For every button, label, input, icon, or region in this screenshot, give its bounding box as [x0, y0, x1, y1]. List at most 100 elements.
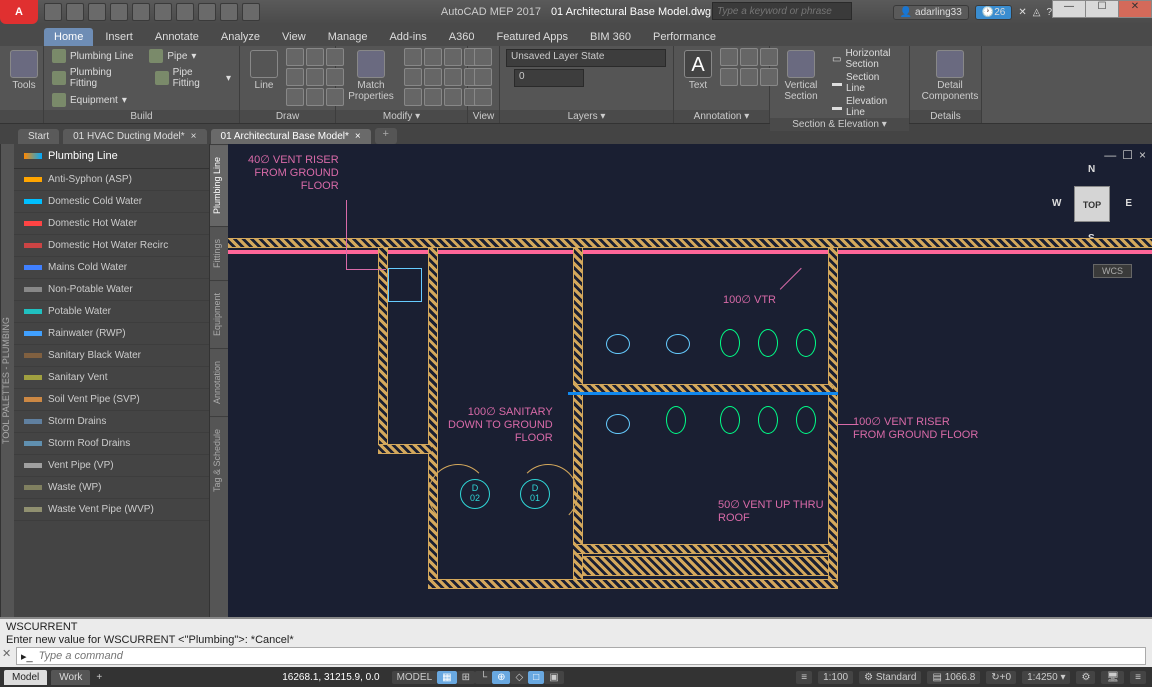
palette-item[interactable]: Mains Cold Water	[14, 257, 209, 279]
app-menu-button[interactable]: A	[0, 0, 38, 24]
qat-new-icon[interactable]	[44, 3, 62, 21]
status-iso-icon[interactable]: ◇	[510, 671, 528, 684]
vertical-section-button[interactable]: Vertical Section	[776, 48, 826, 104]
annot-tag-icon[interactable]	[720, 68, 738, 86]
viewcube-e[interactable]: E	[1125, 198, 1132, 209]
new-tab-button[interactable]: +	[375, 128, 397, 144]
tab-featured[interactable]: Featured Apps	[486, 28, 578, 46]
viewcube-face[interactable]: TOP	[1074, 186, 1110, 222]
modify-mirror-icon[interactable]	[404, 68, 422, 86]
palette-item[interactable]: Waste Vent Pipe (WVP)	[14, 499, 209, 521]
view-icon3[interactable]	[474, 88, 492, 106]
drawing-canvas[interactable]: —☐× N S E W TOP WCS	[228, 144, 1152, 617]
close-tab-icon[interactable]: ×	[191, 131, 197, 142]
tool-palettes-bar[interactable]: TOOL PALETTES - PLUMBING	[0, 144, 14, 617]
vtab-fittings[interactable]: Fittings	[210, 226, 228, 280]
palette-item[interactable]: Rainwater (RWP)	[14, 323, 209, 345]
view-icon1[interactable]	[474, 48, 492, 66]
qat-save-icon[interactable]	[88, 3, 106, 21]
wcs-label[interactable]: WCS	[1093, 264, 1132, 278]
qat-more3-icon[interactable]	[220, 3, 238, 21]
draw-rect-icon[interactable]	[306, 68, 324, 86]
status-gear-icon[interactable]: ⚙	[1076, 671, 1095, 684]
qat-open-icon[interactable]	[66, 3, 84, 21]
modify-array-icon[interactable]	[444, 88, 462, 106]
tab-addins[interactable]: Add-ins	[379, 28, 436, 46]
tab-annotate[interactable]: Annotate	[145, 28, 209, 46]
tab-manage[interactable]: Manage	[318, 28, 378, 46]
layer-name-combo[interactable]: 0	[514, 69, 584, 87]
status-snap-icon[interactable]: ⊞	[457, 671, 475, 684]
close-tab-icon[interactable]: ×	[355, 131, 361, 142]
maximize-button[interactable]: ☐	[1085, 0, 1119, 18]
modify-stretch-icon[interactable]	[444, 68, 462, 86]
palette-item[interactable]: Domestic Cold Water	[14, 191, 209, 213]
tab-view[interactable]: View	[272, 28, 316, 46]
palette-item[interactable]: Storm Roof Drains	[14, 433, 209, 455]
layout-tab-model[interactable]: Model	[4, 670, 47, 685]
status-annoscale[interactable]: 1:4250 ▾	[1022, 671, 1070, 684]
tab-home[interactable]: Home	[44, 28, 93, 46]
status-osnap-icon[interactable]: □	[528, 671, 544, 684]
qat-dropdown-icon[interactable]	[242, 3, 260, 21]
line-button[interactable]: Line	[246, 48, 282, 93]
file-tab-start[interactable]: Start	[18, 129, 59, 144]
status-rotation[interactable]: ↻+0	[986, 671, 1016, 684]
view-icon2[interactable]	[474, 68, 492, 86]
minimize-button[interactable]: —	[1052, 0, 1086, 18]
command-input[interactable]	[39, 650, 1141, 662]
modify-scale-icon[interactable]	[424, 68, 442, 86]
tab-insert[interactable]: Insert	[95, 28, 143, 46]
draw-ellipse-icon[interactable]	[286, 68, 304, 86]
close-button[interactable]: ✕	[1118, 0, 1152, 18]
status-ortho-icon[interactable]: └	[475, 671, 492, 684]
status-elev[interactable]: ▤ 1066.8	[927, 671, 980, 684]
palette-item[interactable]: Soil Vent Pipe (SVP)	[14, 389, 209, 411]
plumbing-fitting-button[interactable]: Plumbing Fitting	[50, 66, 143, 90]
layer-state-combo[interactable]: Unsaved Layer State	[506, 49, 666, 67]
viewcube-n[interactable]: N	[1088, 164, 1095, 175]
match-properties-button[interactable]: Match Properties	[342, 48, 400, 104]
palette-item[interactable]: Potable Water	[14, 301, 209, 323]
elevation-line-button[interactable]: ▬ Elevation Line	[830, 96, 903, 118]
palette-item[interactable]: Domestic Hot Water Recirc	[14, 235, 209, 257]
status-grid-icon[interactable]: ▦	[437, 671, 456, 684]
palette-item[interactable]: Sanitary Vent	[14, 367, 209, 389]
layout-tab-work[interactable]: Work	[51, 670, 90, 685]
status-replace-icon[interactable]: ≡	[796, 671, 812, 684]
vp-min-icon[interactable]: —	[1104, 148, 1116, 162]
status-stdset[interactable]: ⚙ Standard	[859, 671, 921, 684]
draw-region-icon[interactable]	[306, 88, 324, 106]
status-model[interactable]: MODEL	[392, 671, 438, 684]
vtab-plumbing-line[interactable]: Plumbing Line	[210, 144, 228, 226]
vp-close-icon[interactable]: ×	[1139, 148, 1146, 162]
draw-arc-icon[interactable]	[306, 48, 324, 66]
qat-undo-icon[interactable]	[132, 3, 150, 21]
modify-copy-icon[interactable]	[424, 48, 442, 66]
annot-leader-icon[interactable]	[740, 48, 758, 66]
palette-item[interactable]: Domestic Hot Water	[14, 213, 209, 235]
text-button[interactable]: AText	[680, 48, 716, 93]
tab-performance[interactable]: Performance	[643, 28, 726, 46]
qat-more2-icon[interactable]	[198, 3, 216, 21]
qat-more-icon[interactable]	[176, 3, 194, 21]
vtab-equipment[interactable]: Equipment	[210, 280, 228, 348]
vp-max-icon[interactable]: ☐	[1122, 148, 1133, 162]
cmd-expand-icon[interactable]: ✕	[2, 647, 14, 665]
file-tab-hvac[interactable]: 01 HVAC Ducting Model*×	[63, 129, 206, 144]
tab-analyze[interactable]: Analyze	[211, 28, 270, 46]
status-monitor-icon[interactable]: 🖥	[1101, 671, 1124, 684]
palette-item[interactable]: Non-Potable Water	[14, 279, 209, 301]
help-search-input[interactable]	[712, 2, 852, 20]
tools-button[interactable]: Tools	[6, 48, 42, 93]
pipe-button[interactable]: Pipe ▾	[147, 48, 198, 64]
draw-polyline-icon[interactable]	[286, 48, 304, 66]
exchange-icon[interactable]: ✕	[1018, 7, 1026, 18]
modify-move-icon[interactable]	[404, 48, 422, 66]
vtab-annotation[interactable]: Annotation	[210, 348, 228, 416]
pipe-fitting-button[interactable]: Pipe Fitting ▾	[153, 66, 233, 90]
equipment-button[interactable]: Equipment ▾	[50, 92, 129, 108]
status-customize-icon[interactable]: ≡	[1130, 671, 1146, 684]
notifications-button[interactable]: 🕐26	[975, 5, 1013, 20]
modify-offset-icon[interactable]	[424, 88, 442, 106]
